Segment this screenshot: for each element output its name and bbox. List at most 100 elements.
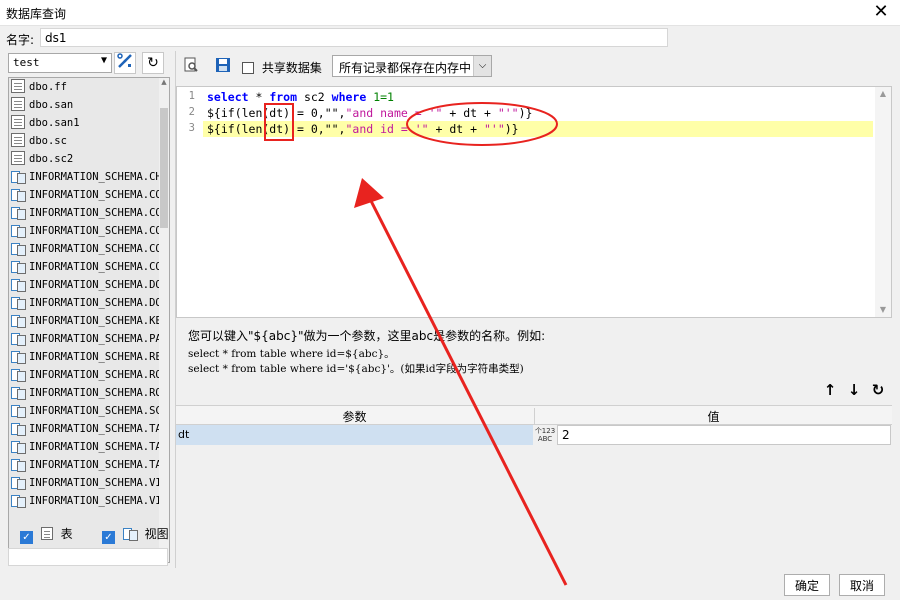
code-token: ${if(len(dt) = 0,"", (207, 106, 346, 120)
header-value: 值 (534, 408, 892, 425)
table-row[interactable]: dt 个123 ABC 2 (176, 425, 892, 445)
checkbox-checked-icon: ✓ (20, 531, 33, 544)
list-item[interactable]: INFORMATION_SCHEMA.REF (9, 348, 161, 366)
code-token: select (207, 90, 249, 104)
list-item[interactable]: INFORMATION_SCHEMA.VIE (9, 492, 161, 510)
list-item-label: INFORMATION_SCHEMA.CON (29, 243, 161, 255)
parameter-hint: 您可以键入"${abc}"做为一个参数，这里abc是参数的名称。例如: sele… (188, 327, 888, 377)
param-value-input[interactable]: 2 (557, 425, 891, 445)
view-icon (11, 403, 26, 418)
view-icon (11, 169, 26, 184)
code-line[interactable]: ${if(len(dt) = 0,"","and id = '" + dt + … (203, 121, 873, 137)
table-icon (40, 527, 53, 540)
list-item[interactable]: INFORMATION_SCHEMA.SCH (9, 402, 161, 420)
ok-button[interactable]: 确定 (784, 574, 830, 596)
title-bar: 数据库查询 ✕ (0, 0, 900, 26)
list-item[interactable]: dbo.ff (9, 78, 161, 96)
show-views-checkbox[interactable]: ✓ 视图 (98, 525, 169, 544)
list-item[interactable]: INFORMATION_SCHEMA.VIE (9, 474, 161, 492)
list-item[interactable]: INFORMATION_SCHEMA.CHE (9, 168, 161, 186)
list-item[interactable]: INFORMATION_SCHEMA.DOM (9, 294, 161, 312)
sql-code[interactable]: select * from sc2 where 1=1 ${if(len(dt) … (203, 89, 873, 137)
list-item[interactable]: INFORMATION_SCHEMA.KEY (9, 312, 161, 330)
list-item[interactable]: dbo.san (9, 96, 161, 114)
list-item[interactable]: INFORMATION_SCHEMA.CON (9, 258, 161, 276)
sql-editor[interactable]: 1 2 3 select * from sc2 where 1=1 ${if(le… (176, 86, 892, 318)
list-item[interactable]: INFORMATION_SCHEMA.TAB (9, 438, 161, 456)
name-input[interactable] (40, 28, 668, 47)
list-item-label: dbo.san (29, 99, 74, 111)
view-icon (11, 385, 26, 400)
window-title: 数据库查询 (6, 7, 67, 21)
code-line[interactable]: ${if(len(dt) = 0,"","and name = '" + dt … (207, 105, 873, 121)
list-item-label: INFORMATION_SCHEMA.VIE (29, 477, 161, 489)
list-item-label: INFORMATION_SCHEMA.COL (29, 189, 161, 201)
table-list: dbo.ff dbo.san dbo.san1 dbo.sc dbo.sc2 INFORM… (9, 78, 161, 562)
list-item[interactable]: INFORMATION_SCHEMA.COL (9, 204, 161, 222)
share-dataset-checkbox[interactable]: 共享数据集 (242, 59, 322, 76)
table-icon (11, 151, 25, 165)
checkbox-checked-icon: ✓ (102, 531, 115, 544)
list-item[interactable]: dbo.san1 (9, 114, 161, 132)
view-icon (11, 457, 26, 472)
type-selector[interactable]: 个123 ABC (534, 425, 556, 445)
table-filter-input[interactable] (8, 548, 168, 566)
refresh-button[interactable]: ↻ (142, 52, 164, 74)
view-icon (11, 439, 26, 454)
list-item[interactable]: dbo.sc2 (9, 150, 161, 168)
list-item-label: dbo.sc (29, 135, 67, 147)
list-item[interactable]: INFORMATION_SCHEMA.PAR (9, 330, 161, 348)
view-icon (11, 187, 26, 202)
scroll-up-icon[interactable]: ▲ (875, 87, 891, 101)
scroll-thumb[interactable] (160, 108, 168, 228)
query-toolbar: 共享数据集 所有记录都保存在内存中 ⌵ (176, 51, 896, 81)
list-item-label: INFORMATION_SCHEMA.TAB (29, 459, 161, 471)
list-item-label: INFORMATION_SCHEMA.REF (29, 351, 161, 363)
type-icon-bottom: ABC (537, 435, 553, 443)
hint-line-3: select * from table where id='${abc}'。(如… (188, 363, 524, 375)
code-line[interactable]: select * from sc2 where 1=1 (207, 89, 873, 105)
close-icon[interactable]: ✕ (870, 1, 892, 23)
list-item[interactable]: INFORMATION_SCHEMA.CON (9, 240, 161, 258)
preview-icon (184, 57, 198, 72)
preview-button[interactable] (182, 57, 200, 75)
list-item-label: INFORMATION_SCHEMA.DOM (29, 279, 161, 291)
scroll-down-icon[interactable]: ▼ (875, 303, 891, 317)
table-icon (11, 133, 25, 147)
connection-select[interactable]: test ▼ (8, 53, 112, 73)
cancel-button[interactable]: 取消 (839, 574, 885, 596)
list-item-label: INFORMATION_SCHEMA.TAB (29, 423, 161, 435)
view-icon (11, 313, 26, 328)
scroll-up-icon[interactable]: ▲ (159, 78, 169, 88)
view-icon (11, 241, 26, 256)
param-actions: ↑ ↓ ↻ (821, 381, 891, 401)
tools-button[interactable] (114, 52, 136, 74)
move-up-button[interactable]: ↑ (821, 381, 839, 399)
editor-scrollbar[interactable]: ▲ ▼ (875, 87, 891, 317)
line-gutter: 1 2 3 (177, 87, 203, 317)
list-item[interactable]: INFORMATION_SCHEMA.ROU (9, 384, 161, 402)
move-down-button[interactable]: ↓ (845, 381, 863, 399)
hint-line-1: 您可以键入"${abc}"做为一个参数，这里abc是参数的名称。例如: (188, 329, 546, 343)
list-item[interactable]: INFORMATION_SCHEMA.TAB (9, 420, 161, 438)
filter-checks: ✓ 表 ✓ 视图 (16, 525, 176, 545)
view-icon (11, 367, 26, 382)
floppy-icon (216, 58, 230, 72)
list-item[interactable]: INFORMATION_SCHEMA.COL (9, 186, 161, 204)
list-item[interactable]: INFORMATION_SCHEMA.TAB (9, 456, 161, 474)
save-button[interactable] (214, 57, 232, 75)
list-item[interactable]: INFORMATION_SCHEMA.ROU (9, 366, 161, 384)
list-item[interactable]: dbo.sc (9, 132, 161, 150)
tree-scrollbar[interactable]: ▲ (159, 78, 169, 562)
list-item-label: INFORMATION_SCHEMA.COL (29, 225, 161, 237)
show-tables-checkbox[interactable]: ✓ 表 (16, 525, 73, 544)
list-item[interactable]: INFORMATION_SCHEMA.COL (9, 222, 161, 240)
dialog-footer: 确定 取消 (0, 570, 900, 600)
list-item-label: INFORMATION_SCHEMA.CON (29, 261, 161, 273)
memory-mode-select[interactable]: 所有记录都保存在内存中 ⌵ (332, 55, 492, 77)
table-icon (11, 115, 25, 129)
refresh-params-button[interactable]: ↻ (869, 381, 887, 399)
code-token: "and id = '" (345, 122, 429, 136)
code-token: 1=1 (366, 90, 394, 104)
list-item[interactable]: INFORMATION_SCHEMA.DOM (9, 276, 161, 294)
